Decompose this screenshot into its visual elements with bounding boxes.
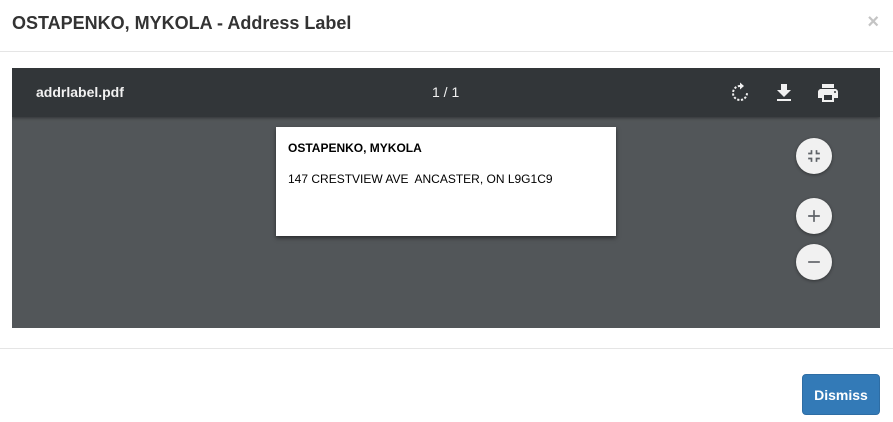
- modal-header: OSTAPENKO, MYKOLA - Address Label ×: [0, 0, 893, 52]
- close-icon[interactable]: ×: [867, 12, 879, 32]
- zoom-out-button[interactable]: [796, 244, 832, 280]
- address-label-modal: OSTAPENKO, MYKOLA - Address Label × addr…: [0, 0, 893, 422]
- rotate-icon[interactable]: [728, 81, 752, 105]
- pdf-page: OSTAPENKO, MYKOLA 147 CRESTVIEW AVE ANCA…: [276, 127, 616, 236]
- zoom-out-icon: [808, 261, 820, 263]
- pdf-toolbar: addrlabel.pdf 1 / 1: [12, 68, 880, 117]
- label-name: OSTAPENKO, MYKOLA: [288, 141, 422, 155]
- label-address: 147 CRESTVIEW AVE ANCASTER, ON L9G1C9: [288, 172, 553, 186]
- pdf-file-name: addrlabel.pdf: [36, 84, 124, 100]
- fit-to-page-icon: [808, 150, 820, 162]
- dismiss-button[interactable]: Dismiss: [802, 374, 880, 415]
- modal-title: OSTAPENKO, MYKOLA - Address Label: [12, 13, 352, 33]
- print-icon[interactable]: [816, 81, 840, 105]
- fit-to-page-button[interactable]: [796, 138, 832, 174]
- page-indicator: 1 / 1: [432, 84, 460, 100]
- pdf-viewer[interactable]: addrlabel.pdf 1 / 1 OSTAPENKO, MYKOLA 14…: [12, 68, 880, 328]
- zoom-in-icon: [808, 210, 820, 222]
- download-icon[interactable]: [772, 81, 796, 105]
- zoom-in-button[interactable]: [796, 198, 832, 234]
- modal-footer: Dismiss: [0, 348, 893, 422]
